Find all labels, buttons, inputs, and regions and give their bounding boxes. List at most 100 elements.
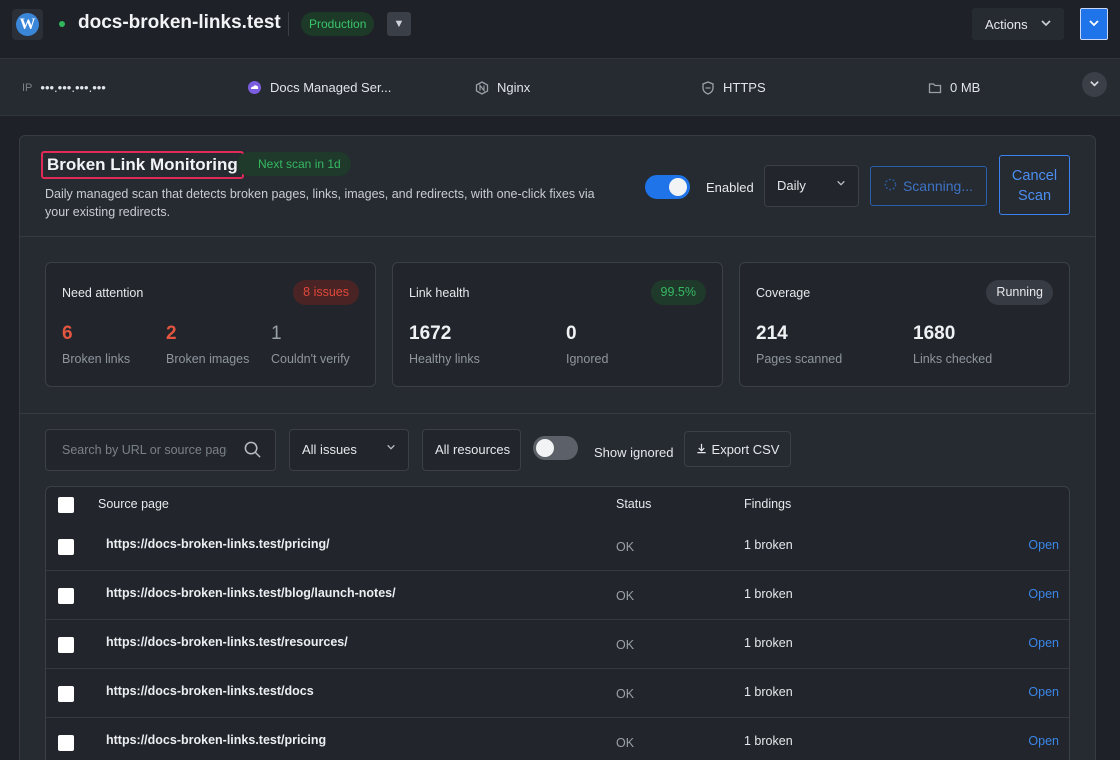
table-row[interactable]: https://docs-broken-links.test/blog/laun… (46, 571, 1069, 620)
wordpress-logo-icon[interactable]: W (12, 9, 43, 40)
table-row[interactable]: https://docs-broken-links.test/resources… (46, 620, 1069, 669)
ip-label: IP (22, 81, 33, 94)
pages-scanned-count: 214 (756, 323, 788, 344)
chevron-down-icon (836, 166, 846, 206)
broken-images-label: Broken images (166, 352, 250, 366)
need-attention-title: Need attention (62, 286, 144, 300)
primary-dropdown-button[interactable] (1080, 8, 1108, 40)
ip-info: IP •••.•••.•••.••• (22, 80, 106, 95)
filters-bar: Search by URL or source page All issues … (20, 414, 1095, 486)
row-checkbox[interactable] (58, 588, 74, 604)
table-row[interactable]: https://docs-broken-links.test/pricing O… (46, 718, 1069, 760)
broken-link-monitoring-card: Broken Link Monitoring Next scan in 1d D… (19, 135, 1096, 760)
folder-icon (927, 80, 942, 95)
export-csv-label: Export CSV (711, 441, 780, 457)
need-attention-card: Need attention 8 issues 6 Broken links 2… (45, 262, 376, 387)
broken-links-table: Source page Status Findings https://docs… (45, 486, 1070, 760)
search-icon[interactable] (243, 440, 262, 462)
couldnt-verify-label: Couldn't verify (271, 352, 350, 366)
stats-area: Need attention 8 issues 6 Broken links 2… (20, 237, 1095, 414)
cancel-label-line2: Scan (1017, 188, 1052, 204)
link-health-title: Link health (409, 286, 470, 300)
broken-links-count: 6 (62, 323, 73, 344)
coverage-title: Coverage (756, 286, 811, 300)
https-label: HTTPS (723, 80, 766, 95)
running-badge: Running (986, 280, 1053, 305)
row-findings: 1 broken (744, 734, 793, 748)
search-input[interactable]: Search by URL or source page (45, 429, 276, 471)
issues-filter-select[interactable]: All issues (289, 429, 409, 471)
toggle-knob (669, 178, 687, 196)
link-health-card: Link health 99.5% 1672 Healthy links 0 I… (392, 262, 723, 387)
findings-header: Findings (744, 497, 792, 511)
scanning-button[interactable]: Scanning... (870, 166, 987, 206)
open-link[interactable]: Open (1028, 734, 1059, 748)
site-status-dot (59, 21, 65, 27)
pages-scanned-label: Pages scanned (756, 352, 843, 366)
info-expand-button[interactable] (1082, 72, 1107, 97)
row-findings: 1 broken (744, 685, 793, 699)
enabled-label: Enabled (706, 180, 754, 195)
storage-info: 0 MB (927, 80, 980, 95)
open-link[interactable]: Open (1028, 685, 1059, 699)
row-checkbox[interactable] (58, 637, 74, 653)
issues-filter-value: All issues (302, 442, 357, 457)
ip-value: •••.•••.•••.••• (40, 80, 106, 95)
broken-links-label: Broken links (62, 352, 131, 366)
healthy-links-label: Healthy links (409, 352, 480, 366)
broken-links-metric: 6 Broken links (62, 323, 130, 366)
row-status: OK (616, 736, 635, 750)
wordpress-logo-letter: W (16, 13, 39, 36)
table-row[interactable]: https://docs-broken-links.test/docs OK 1… (46, 669, 1069, 718)
frequency-select[interactable]: Daily (764, 165, 859, 207)
health-percent-badge: 99.5% (650, 280, 706, 305)
resources-filter-value: All resources (435, 442, 511, 457)
row-status: OK (616, 589, 635, 603)
actions-button[interactable]: Actions (972, 8, 1064, 40)
next-scan-label: Next scan in 1d (258, 157, 341, 171)
source-page-url: https://docs-broken-links.test/blog/laun… (106, 586, 396, 600)
table-row[interactable]: https://docs-broken-links.test/pricing/ … (46, 522, 1069, 571)
server-info: Nginx (474, 80, 530, 95)
service-name: Docs Managed Ser... (270, 80, 392, 95)
monitor-title: Broken Link Monitoring (41, 151, 244, 179)
row-checkbox[interactable] (58, 539, 74, 555)
ignored-count: 0 (566, 323, 577, 344)
download-icon (696, 442, 707, 457)
select-all-checkbox[interactable] (58, 497, 74, 513)
healthy-links-count: 1672 (409, 323, 452, 344)
export-csv-button[interactable]: Export CSV (684, 431, 791, 467)
open-link[interactable]: Open (1028, 538, 1059, 552)
show-ignored-toggle[interactable] (533, 436, 578, 460)
source-page-url: https://docs-broken-links.test/resources… (106, 635, 348, 649)
row-checkbox[interactable] (58, 735, 74, 751)
couldnt-verify-count: 1 (271, 323, 282, 344)
row-status: OK (616, 540, 635, 554)
row-checkbox[interactable] (58, 686, 74, 702)
open-link[interactable]: Open (1028, 636, 1059, 650)
open-link[interactable]: Open (1028, 587, 1059, 601)
shield-icon (700, 80, 715, 95)
monitor-description: Daily managed scan that detects broken p… (45, 187, 595, 219)
scanning-label: Scanning... (902, 178, 974, 194)
row-findings: 1 broken (744, 587, 793, 601)
ignored-metric: 0 Ignored (566, 323, 608, 366)
next-scan-badge: Next scan in 1d (237, 152, 351, 176)
broken-images-count: 2 (166, 323, 177, 344)
actions-label: Actions (985, 16, 1028, 32)
toggle-knob (536, 439, 554, 457)
chevron-down-icon (1040, 17, 1052, 32)
monitor-enabled-toggle[interactable] (645, 175, 690, 199)
service-info[interactable]: Docs Managed Ser... (247, 80, 391, 95)
couldnt-verify-metric: 1 Couldn't verify (271, 323, 350, 366)
search-placeholder: Search by URL or source page (62, 443, 227, 457)
resources-filter-select[interactable]: All resources (422, 429, 521, 471)
environment-dropdown-button[interactable]: ▼ (387, 12, 411, 36)
nginx-icon (474, 80, 489, 95)
chevron-down-icon: ▼ (393, 18, 405, 30)
cancel-scan-button[interactable]: Cancel Scan (999, 155, 1070, 215)
row-status: OK (616, 687, 635, 701)
show-ignored-label: Show ignored (594, 445, 674, 460)
coverage-card: Coverage Running 214 Pages scanned 1680 … (739, 262, 1070, 387)
source-page-header: Source page (98, 497, 169, 511)
